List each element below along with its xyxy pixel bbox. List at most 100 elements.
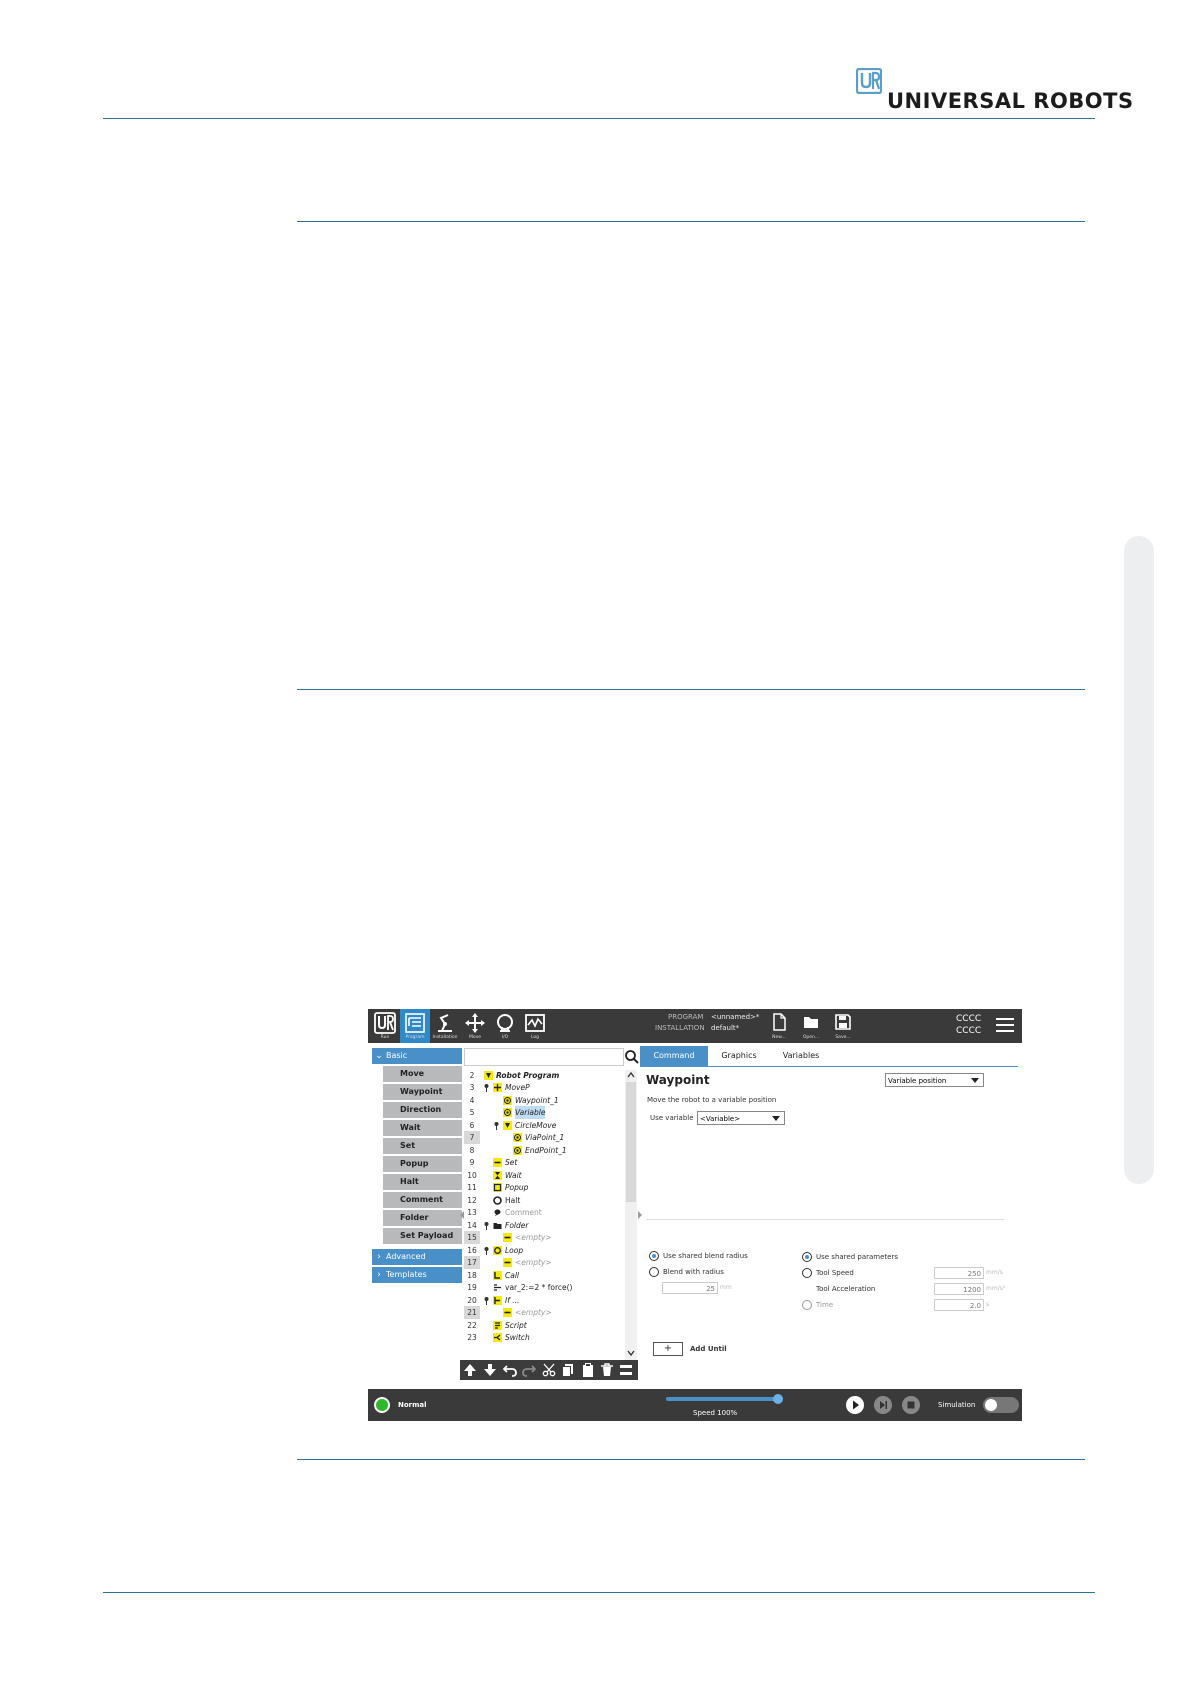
- category-basic[interactable]: ⌄ Basic: [372, 1048, 462, 1064]
- comment-icon: [494, 1209, 501, 1216]
- paste-icon[interactable]: [581, 1363, 595, 1377]
- waypoint-type-value: Variable position: [888, 1077, 947, 1085]
- node-halt-button[interactable]: Halt: [383, 1174, 462, 1190]
- tool-speed-label: Tool Speed: [816, 1269, 854, 1277]
- node-direction-button[interactable]: Direction: [383, 1102, 462, 1118]
- copy-icon[interactable]: [561, 1363, 575, 1377]
- blend-with-radius-radio[interactable]: [649, 1267, 659, 1277]
- tree-row[interactable]: 5 Variable: [464, 1106, 624, 1119]
- save-button[interactable]: Save...: [829, 1009, 857, 1043]
- new-button[interactable]: New...: [765, 1009, 793, 1043]
- blend-radius-input[interactable]: 25: [662, 1282, 718, 1294]
- move-down-icon[interactable]: [483, 1363, 497, 1377]
- simulation-toggle[interactable]: [983, 1397, 1019, 1413]
- tool-speed-radio[interactable]: [802, 1268, 812, 1278]
- tree-row[interactable]: 23 Switch: [464, 1331, 624, 1344]
- save-icon: [835, 1014, 851, 1030]
- scroll-down-icon[interactable]: [625, 1348, 637, 1358]
- category-advanced[interactable]: › Advanced: [372, 1249, 462, 1265]
- collapse-right-handle[interactable]: [638, 1211, 642, 1219]
- undo-icon[interactable]: [503, 1363, 517, 1377]
- node-label: Folder: [400, 1213, 429, 1222]
- cut-icon[interactable]: [542, 1363, 556, 1377]
- nav-installation[interactable]: Installation: [430, 1009, 460, 1043]
- tree-row[interactable]: 7 ViaPoint_1: [464, 1131, 624, 1144]
- open-label: Open...: [802, 1035, 820, 1040]
- tree-row[interactable]: 19 var_2:=2 * force(): [464, 1281, 624, 1294]
- use-variable-label: Use variable: [650, 1114, 694, 1122]
- open-button[interactable]: Open...: [797, 1009, 825, 1043]
- chevron-right-icon: ›: [377, 1252, 381, 1262]
- scroll-thumb[interactable]: [626, 1082, 636, 1202]
- node-popup-button[interactable]: Popup: [383, 1156, 462, 1172]
- add-until-label[interactable]: Add Until: [690, 1345, 727, 1353]
- installation-value: default*: [711, 1024, 740, 1032]
- tab-variables[interactable]: Variables: [770, 1046, 832, 1066]
- tree-label: var_2:=2 * force(): [505, 1283, 573, 1292]
- tab-graphics[interactable]: Graphics: [710, 1046, 768, 1066]
- use-variable-select[interactable]: <Variable>: [697, 1111, 785, 1125]
- node-waypoint-button[interactable]: Waypoint: [383, 1084, 462, 1100]
- header-rule: [103, 118, 1095, 119]
- nav-io[interactable]: I/O: [490, 1009, 520, 1043]
- tab-command[interactable]: Command: [640, 1046, 708, 1066]
- tool-speed-unit: mm/s: [986, 1269, 1003, 1276]
- shared-params-radio[interactable]: [802, 1252, 812, 1262]
- time-input[interactable]: 2.0: [934, 1299, 984, 1311]
- node-label: Wait: [400, 1123, 421, 1132]
- tree-search-input[interactable]: [464, 1048, 624, 1066]
- speed-slider-track[interactable]: [666, 1397, 778, 1401]
- node-folder-button[interactable]: Folder: [383, 1210, 462, 1226]
- nav-move[interactable]: Move: [460, 1009, 490, 1043]
- scroll-up-icon[interactable]: [625, 1070, 637, 1080]
- time-radio[interactable]: [802, 1300, 812, 1310]
- node-set-payload-button[interactable]: Set Payload: [383, 1228, 462, 1244]
- node-wait-button[interactable]: Wait: [383, 1120, 462, 1136]
- empty-node-icon: [503, 1308, 512, 1317]
- nav-installation-label: Installation: [432, 1035, 458, 1040]
- node-comment-button[interactable]: Comment: [383, 1192, 462, 1208]
- status-text-top: CCCC: [956, 1014, 982, 1024]
- nav-log[interactable]: Log: [520, 1009, 550, 1043]
- tree-row[interactable]: 9 Set: [464, 1156, 624, 1169]
- tree-row[interactable]: 13 Comment: [464, 1206, 624, 1219]
- waypoint-type-select[interactable]: Variable position: [885, 1073, 984, 1087]
- add-until-button[interactable]: +: [653, 1342, 683, 1356]
- tree-row[interactable]: 21 <empty>: [464, 1306, 624, 1319]
- line-number: 21: [464, 1306, 480, 1319]
- search-icon[interactable]: [624, 1049, 640, 1065]
- io-icon: [497, 1014, 513, 1032]
- hamburger-menu-icon[interactable]: [996, 1017, 1014, 1033]
- tree-row[interactable]: 17 <empty>: [464, 1256, 624, 1269]
- tree-row[interactable]: 15 <empty>: [464, 1231, 624, 1244]
- shared-blend-label: Use shared blend radius: [663, 1252, 748, 1260]
- play-icon[interactable]: [845, 1395, 865, 1415]
- step-icon[interactable]: [873, 1395, 893, 1415]
- circle-move-icon: [503, 1121, 512, 1130]
- empty-node-icon: [503, 1258, 512, 1267]
- speed-slider-handle[interactable]: [773, 1394, 783, 1404]
- robot-status-indicator[interactable]: [374, 1397, 390, 1413]
- tool-accel-input[interactable]: 1200: [934, 1283, 984, 1295]
- node-set-button[interactable]: Set: [383, 1138, 462, 1154]
- tree-row[interactable]: 11 Popup: [464, 1181, 624, 1194]
- tool-speed-input[interactable]: 250: [934, 1267, 984, 1279]
- suppress-icon[interactable]: [619, 1363, 633, 1377]
- node-label: Set Payload: [400, 1231, 454, 1240]
- tree-scrollbar[interactable]: [625, 1070, 637, 1360]
- delete-icon[interactable]: [600, 1363, 614, 1377]
- tree-row[interactable]: 3 MoveP: [464, 1081, 624, 1094]
- category-templates[interactable]: › Templates: [372, 1267, 462, 1283]
- logo-text: UNIVERSAL ROBOTS: [887, 89, 1134, 113]
- dropdown-arrow-icon: [971, 1078, 979, 1083]
- nav-run[interactable]: Run: [370, 1009, 400, 1043]
- nav-program[interactable]: Program: [400, 1009, 430, 1043]
- stop-icon[interactable]: [901, 1395, 921, 1415]
- node-move-button[interactable]: Move: [383, 1066, 462, 1082]
- move-up-icon[interactable]: [463, 1363, 477, 1377]
- shared-blend-radio[interactable]: [649, 1251, 659, 1261]
- redo-icon[interactable]: [522, 1363, 536, 1377]
- new-label: New...: [772, 1035, 786, 1040]
- shared-params-label: Use shared parameters: [816, 1253, 898, 1261]
- nav-io-label: I/O: [501, 1035, 509, 1040]
